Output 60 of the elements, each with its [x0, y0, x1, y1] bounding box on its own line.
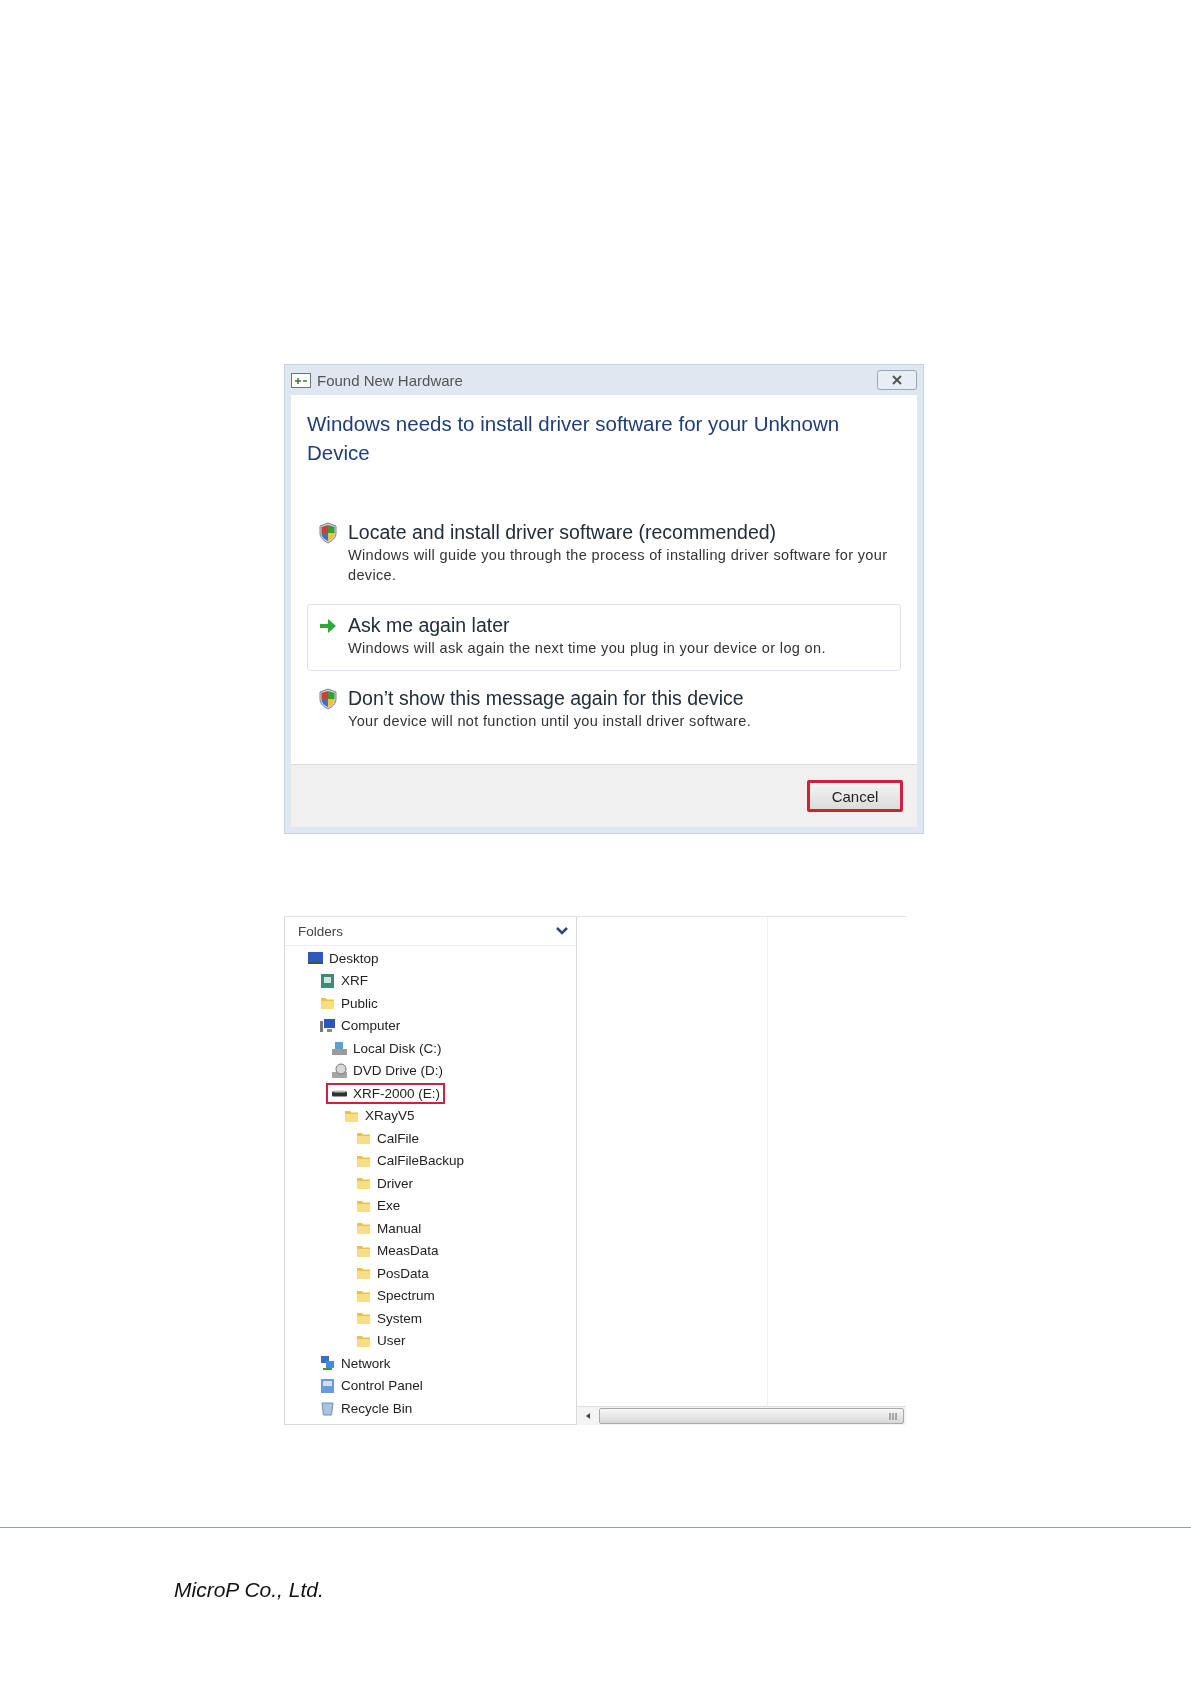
folder-tree-item[interactable]: Spectrum	[350, 1284, 440, 1307]
close-icon	[890, 375, 904, 385]
option-link[interactable]: Don’t show this message again for this device Your device will not function until you install driver software.	[307, 677, 901, 744]
horizontal-scrollbar[interactable]	[577, 1406, 906, 1425]
folder-icon	[355, 1130, 372, 1147]
folder-tree-item[interactable]: MeasData	[350, 1239, 444, 1262]
arrow-icon	[318, 617, 338, 635]
option-description: Windows will guide you through the process of installing driver software for your device.	[348, 546, 889, 585]
desktop-icon	[307, 950, 324, 967]
folder-icon	[319, 995, 336, 1012]
option-description: Your device will not function until you install driver software.	[348, 712, 752, 731]
chevron-icon[interactable]	[556, 927, 568, 935]
recycle-bin-icon	[319, 1400, 336, 1417]
folder-tree-item[interactable]: Computer	[314, 1014, 406, 1037]
dialog-heading: Windows needs to install driver software for your Unknown Device	[307, 411, 841, 466]
scrollbar-thumb[interactable]	[599, 1408, 904, 1424]
folder-icon	[355, 1310, 372, 1327]
folder-tree-item[interactable]: Manual	[350, 1217, 427, 1240]
shield-icon	[318, 522, 338, 544]
folder-tree-item[interactable]: XRF-2000 (E:)	[326, 1082, 446, 1104]
window-title: Found New Hardware	[317, 371, 463, 389]
folder-icon	[355, 1265, 372, 1282]
option-title: Don’t show this message again for this device	[348, 686, 745, 711]
folder-icon	[355, 1220, 372, 1237]
folder-tree-item[interactable]: Local Disk (C:)	[326, 1037, 447, 1060]
folder-tree-item[interactable]: Recycle Bin	[314, 1397, 418, 1420]
folder-tree-item[interactable]: XRF	[314, 969, 373, 992]
panel-header: Folders	[298, 923, 343, 939]
folder-tree-item[interactable]: Exe	[350, 1194, 406, 1217]
option-link[interactable]: Locate and install driver software (recommended) Windows will guide you through the process of installing driver software for your device.	[307, 511, 901, 598]
hardware-icon	[291, 372, 311, 388]
shield-icon	[318, 688, 338, 710]
folder-tree-item[interactable]: Public	[314, 992, 383, 1015]
folder-tree-item[interactable]: CalFileBackup	[350, 1149, 470, 1172]
folder-tree-item[interactable]: Driver	[350, 1172, 418, 1195]
grip-icon	[889, 1412, 897, 1420]
folder-tree-item[interactable]: XRayV5	[338, 1104, 420, 1127]
removable-drive-icon	[331, 1089, 348, 1097]
company-name: MicroP Co., Ltd.	[174, 1578, 325, 1602]
folder-tree-item[interactable]: Network	[314, 1352, 396, 1375]
close-button[interactable]	[877, 370, 917, 390]
folder-tree-item[interactable]: Desktop	[302, 947, 384, 970]
user-folder-icon	[319, 972, 336, 989]
folder-tree-item[interactable]: CalFile	[350, 1127, 424, 1150]
folder-tree-item[interactable]: System	[350, 1307, 427, 1330]
hard-disk-icon	[331, 1040, 348, 1057]
folder-tree-item[interactable]: PosData	[350, 1262, 434, 1285]
control-panel-icon	[319, 1377, 336, 1394]
option-title: Locate and install driver software (recommended)	[348, 520, 778, 545]
dvd-drive-icon	[331, 1062, 348, 1079]
computer-icon	[319, 1017, 336, 1034]
folder-tree-item[interactable]: User	[350, 1329, 411, 1352]
cancel-button[interactable]: Cancel	[807, 780, 903, 812]
option-link[interactable]: Ask me again later Windows will ask again the next time you plug in your device or log on.	[307, 604, 901, 671]
option-title: Ask me again later	[348, 613, 511, 638]
folder-tree-item[interactable]: DVD Drive (D:)	[326, 1059, 448, 1082]
option-description: Windows will ask again the next time you plug in your device or log on.	[348, 639, 826, 658]
network-icon	[319, 1355, 336, 1372]
folder-icon	[355, 1175, 372, 1192]
folder-tree-item[interactable]: Control Panel	[314, 1374, 428, 1397]
